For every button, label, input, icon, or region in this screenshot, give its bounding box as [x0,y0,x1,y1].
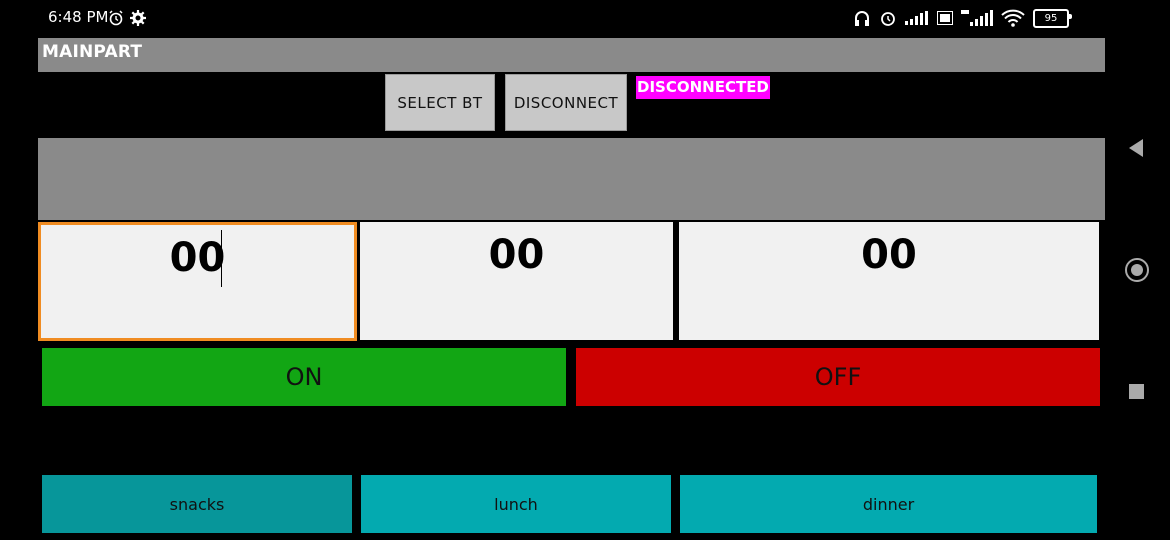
snacks-button[interactable]: snacks [42,475,352,533]
wifi-icon [1001,9,1025,27]
dinner-button[interactable]: dinner [680,475,1097,533]
battery-icon: 95 [1033,8,1072,28]
battery-level: 95 [1044,12,1058,24]
alarm-icon [109,10,123,26]
time-field-1-value: 00 [169,235,226,281]
signal-4g-icon [961,10,993,26]
display-panel [38,138,1105,220]
back-icon[interactable] [1127,138,1145,158]
select-bt-button[interactable]: SELECT BT [385,74,495,131]
status-left-icons [108,8,146,28]
app-title: MAINPART [42,42,143,62]
status-time: 6:48 PM [48,8,109,26]
on-button[interactable]: ON [42,348,566,406]
time-field-3-value: 00 [861,232,917,278]
time-field-1[interactable]: 00 [38,222,357,341]
recents-icon[interactable] [1129,384,1144,399]
volte-icon [937,11,953,25]
signal-icon [905,11,928,25]
gear-icon [130,10,146,26]
status-right-icons: 95 [853,8,1072,28]
alarm-icon [881,12,895,26]
time-field-3[interactable]: 00 [679,222,1099,340]
time-field-2[interactable]: 00 [360,222,673,340]
home-icon[interactable] [1125,258,1149,282]
lunch-button[interactable]: lunch [361,475,671,533]
off-button[interactable]: OFF [576,348,1100,406]
text-cursor [221,230,222,287]
connection-status-label: DISCONNECTED [636,76,770,99]
title-bar [38,38,1105,72]
headphones-icon [855,11,869,26]
time-field-2-value: 00 [488,232,545,278]
disconnect-button[interactable]: DISCONNECT [505,74,627,131]
